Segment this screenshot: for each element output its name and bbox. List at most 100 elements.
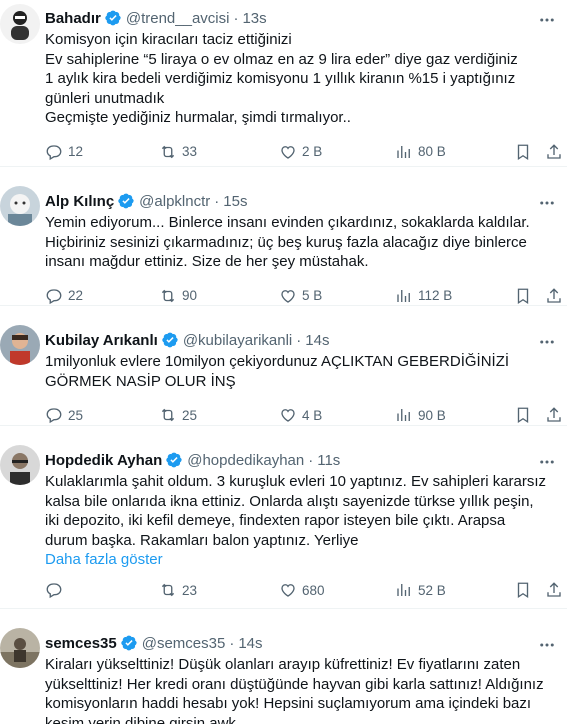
heart-icon bbox=[281, 584, 295, 597]
like-button[interactable]: 2 B bbox=[279, 143, 322, 161]
like-count: 5 B bbox=[302, 288, 323, 303]
share-icon bbox=[547, 582, 561, 597]
tweet-text: Kulaklarımla şahit oldum. 3 kuruşluk evl… bbox=[45, 473, 547, 549]
verified-badge-icon bbox=[165, 451, 183, 469]
author-name[interactable]: Hopdedik Ayhan bbox=[45, 452, 162, 469]
separator-dot: · bbox=[296, 331, 302, 349]
bookmark-icon bbox=[517, 144, 529, 160]
tweet-text: Komisyon için kiracıları taciz ettiğiniz… bbox=[45, 31, 518, 126]
tweet[interactable]: Alp Kılınç @alpklnctr · 15s Yemin ediyor… bbox=[0, 167, 567, 306]
reply-count: 12 bbox=[68, 144, 84, 159]
views-chart-icon bbox=[397, 145, 410, 158]
retweet-button[interactable]: 90 bbox=[159, 287, 197, 305]
reply-button[interactable]: 12 bbox=[45, 143, 83, 161]
verified-badge-icon bbox=[120, 634, 138, 652]
bookmark-icon bbox=[517, 288, 529, 304]
retweet-icon bbox=[161, 408, 175, 422]
avatar[interactable] bbox=[0, 445, 40, 485]
author-name[interactable]: Bahadır bbox=[45, 10, 101, 27]
views-button[interactable]: 90 B bbox=[395, 406, 446, 424]
views-count: 80 B bbox=[418, 144, 446, 159]
retweet-button[interactable]: 33 bbox=[159, 143, 197, 161]
retweet-icon bbox=[161, 583, 175, 597]
views-button[interactable]: 80 B bbox=[395, 143, 446, 161]
more-options-icon[interactable] bbox=[537, 635, 557, 655]
tweet[interactable]: Kubilay Arıkanlı @kubilayarikanli · 14s … bbox=[0, 306, 567, 426]
like-count: 4 B bbox=[302, 407, 323, 423]
author-handle[interactable]: @kubilayarikanli bbox=[183, 332, 292, 349]
avatar[interactable] bbox=[0, 4, 40, 44]
more-options-icon[interactable] bbox=[537, 193, 557, 213]
reply-button[interactable]: 22 bbox=[45, 287, 83, 305]
retweet-count: 90 bbox=[182, 288, 198, 303]
author-handle[interactable]: @hopdedikayhan bbox=[187, 452, 304, 469]
separator-dot: · bbox=[308, 451, 314, 469]
bookmark-button[interactable] bbox=[514, 287, 532, 305]
bookmark-button[interactable] bbox=[514, 581, 532, 599]
share-icon bbox=[547, 407, 561, 422]
retweet-count: 33 bbox=[182, 144, 198, 159]
author-handle[interactable]: @trend__avcisi bbox=[126, 10, 230, 27]
author-handle[interactable]: @semces35 bbox=[142, 635, 226, 652]
views-count: 90 B bbox=[418, 407, 446, 423]
show-more-link[interactable]: Daha fazla göster bbox=[45, 550, 551, 570]
avatar[interactable] bbox=[0, 628, 40, 668]
bookmark-icon bbox=[517, 407, 529, 424]
reply-icon bbox=[46, 583, 62, 599]
share-icon bbox=[547, 287, 561, 303]
views-chart-icon bbox=[397, 584, 410, 596]
reply-button[interactable] bbox=[45, 581, 68, 599]
timestamp[interactable]: 13s bbox=[242, 10, 266, 27]
separator-dot: · bbox=[214, 192, 220, 210]
share-button[interactable] bbox=[545, 143, 563, 161]
separator-dot: · bbox=[233, 9, 239, 27]
tweet[interactable]: semces35 @semces35 · 14s Kiraları yüksel… bbox=[0, 609, 567, 724]
bookmark-icon bbox=[517, 582, 529, 599]
author-name[interactable]: semces35 bbox=[45, 635, 117, 652]
reply-count: 25 bbox=[68, 407, 84, 423]
retweet-button[interactable]: 25 bbox=[159, 406, 197, 424]
views-chart-icon bbox=[397, 409, 410, 421]
like-button[interactable]: 4 B bbox=[279, 406, 322, 424]
reply-button[interactable]: 25 bbox=[45, 406, 83, 424]
heart-icon bbox=[281, 409, 295, 422]
views-chart-icon bbox=[397, 289, 410, 302]
reply-icon bbox=[46, 408, 62, 424]
retweet-count: 23 bbox=[182, 582, 198, 598]
tweet-text: Yemin ediyorum... Binlerce insanı evinde… bbox=[45, 214, 530, 270]
timestamp[interactable]: 14s bbox=[238, 635, 262, 652]
reply-icon bbox=[46, 288, 62, 304]
like-count: 680 bbox=[302, 582, 325, 598]
retweet-button[interactable]: 23 bbox=[159, 581, 197, 599]
retweet-icon bbox=[161, 289, 175, 302]
timestamp[interactable]: 15s bbox=[223, 193, 247, 210]
share-button[interactable] bbox=[545, 406, 563, 424]
bookmark-button[interactable] bbox=[514, 143, 532, 161]
reply-icon bbox=[46, 144, 62, 160]
more-options-icon[interactable] bbox=[537, 10, 557, 30]
share-icon bbox=[547, 143, 561, 159]
views-count: 52 B bbox=[418, 582, 446, 598]
bookmark-button[interactable] bbox=[514, 406, 532, 424]
like-button[interactable]: 680 bbox=[279, 581, 325, 599]
more-options-icon[interactable] bbox=[537, 332, 557, 352]
like-button[interactable]: 5 B bbox=[279, 287, 322, 305]
author-handle[interactable]: @alpklnctr bbox=[139, 193, 210, 210]
timestamp[interactable]: 11s bbox=[317, 452, 340, 469]
more-options-icon[interactable] bbox=[537, 452, 557, 472]
share-button[interactable] bbox=[545, 581, 563, 599]
views-button[interactable]: 52 B bbox=[395, 581, 446, 599]
tweet[interactable]: Bahadır @trend__avcisi · 13s Komisyon iç… bbox=[0, 0, 567, 167]
avatar[interactable] bbox=[0, 325, 40, 365]
views-count: 112 B bbox=[418, 288, 453, 303]
separator-dot: · bbox=[229, 634, 235, 652]
heart-icon bbox=[281, 145, 295, 159]
author-name[interactable]: Alp Kılınç bbox=[45, 193, 114, 210]
views-button[interactable]: 112 B bbox=[395, 287, 452, 305]
avatar[interactable] bbox=[0, 186, 40, 226]
timestamp[interactable]: 14s bbox=[305, 332, 329, 349]
author-name[interactable]: Kubilay Arıkanlı bbox=[45, 332, 158, 349]
tweet-text: Kiraları yükselttiniz! Düşük olanları ar… bbox=[45, 656, 544, 724]
tweet[interactable]: Hopdedik Ayhan @hopdedikayhan · 11s Kula… bbox=[0, 426, 567, 609]
share-button[interactable] bbox=[545, 287, 563, 305]
